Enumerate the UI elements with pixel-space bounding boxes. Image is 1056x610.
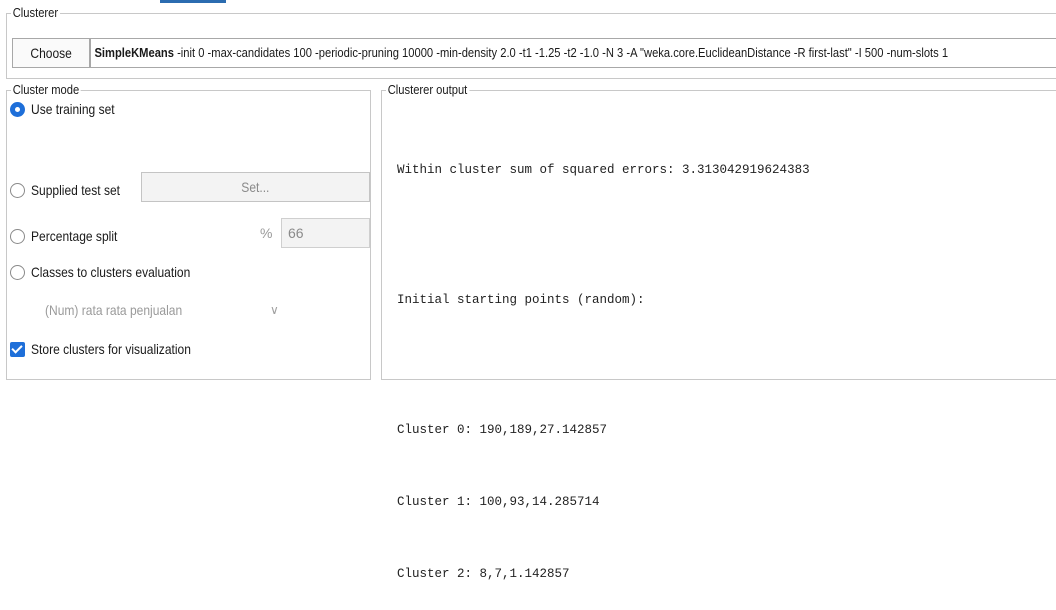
radio-label-use-training-set: Use training set [31,101,115,117]
output-gap [397,230,810,240]
algorithm-name: SimpleKMeans [94,45,174,60]
radio-label-classes-to-clusters: Classes to clusters evaluation [31,264,191,280]
choose-button[interactable]: Choose [12,38,90,68]
output-line: Within cluster sum of squared errors: 3.… [397,163,810,177]
output-line: Cluster 1: 100,93,14.285714 [397,495,600,509]
class-attribute-select[interactable]: (Num) rata rata penjualan ∨ [45,300,295,320]
percentage-split-value: 66 [288,225,304,241]
percentage-split-input[interactable]: 66 [281,218,370,248]
set-test-set-button[interactable]: Set... [141,172,370,202]
clusterer-output-title: Clusterer output [386,82,469,98]
clusterer-config-field[interactable]: SimpleKMeans -init 0 -max-candidates 100… [90,38,1056,68]
radio-classes-to-clusters[interactable]: Classes to clusters evaluation [10,261,216,283]
radio-label-supplied-test-set: Supplied test set [31,182,121,198]
clusterer-output-text[interactable]: Within cluster sum of squared errors: 3.… [397,110,810,610]
algorithm-options: -init 0 -max-candidates 100 -periodic-pr… [173,45,949,60]
output-gap [397,360,810,370]
radio-button[interactable] [10,182,25,198]
store-clusters-label: Store clusters for visualization [31,341,191,357]
percent-symbol: % [260,225,273,241]
checkmark-icon[interactable] [10,341,25,357]
chevron-down-icon: ∨ [270,303,279,317]
output-line: Cluster 0: 190,189,27.142857 [397,423,608,437]
radio-button[interactable] [10,264,25,280]
radio-use-training-set[interactable]: Use training set [10,98,128,120]
radio-label-percentage-split: Percentage split [31,228,118,244]
clusterer-title: Clusterer [11,5,60,21]
choose-button-label: Choose [30,45,72,61]
class-attribute-value: (Num) rata rata penjualan [45,302,183,318]
cluster-mode-title: Cluster mode [11,82,81,98]
output-line: Cluster 2: 8,7,1.142857 [397,567,570,581]
radio-supplied-test-set[interactable]: Supplied test set [10,179,135,201]
active-tab-indicator [160,0,226,3]
output-line: Initial starting points (random): [397,293,645,307]
store-clusters-checkbox-row[interactable]: Store clusters for visualization [10,338,217,360]
set-button-label: Set... [241,179,270,195]
radio-button[interactable] [10,228,25,244]
radio-button-selected[interactable] [10,101,25,117]
radio-percentage-split[interactable]: Percentage split [10,225,131,247]
